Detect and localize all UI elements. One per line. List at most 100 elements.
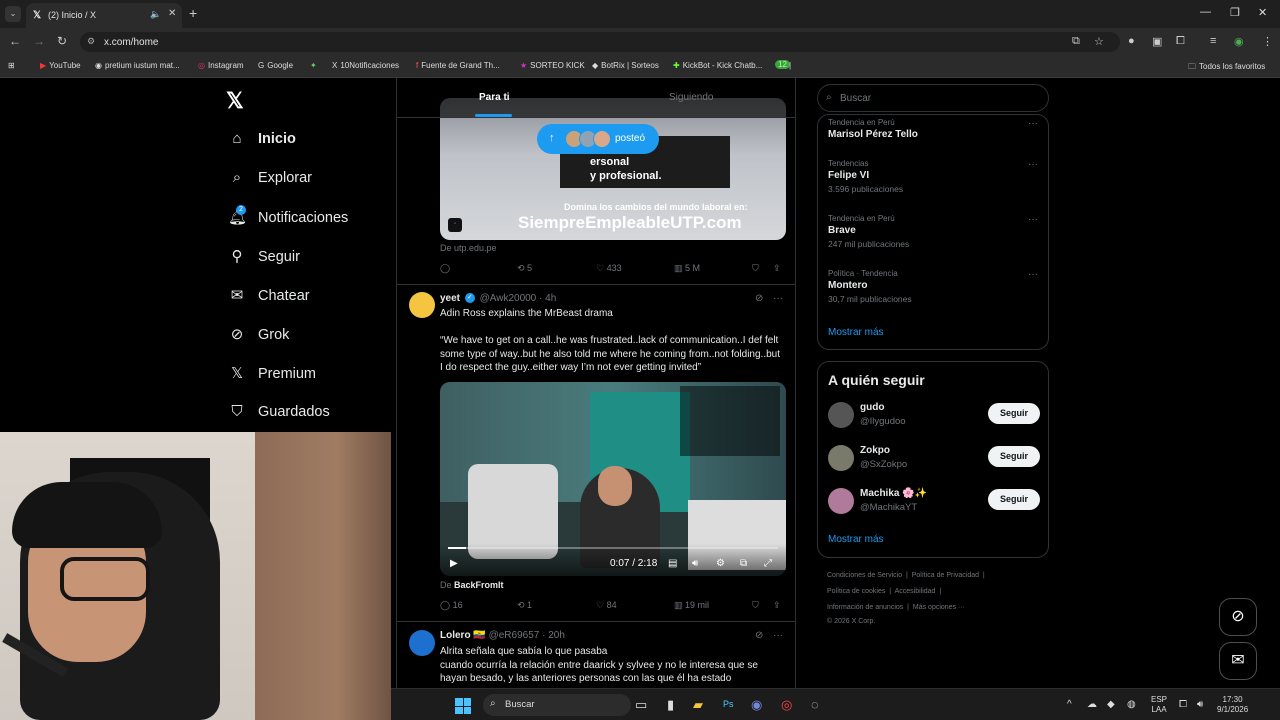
avatar[interactable] [409, 292, 435, 318]
forward-button[interactable]: → [33, 34, 45, 48]
nav-guardados[interactable]: ⛉ Guardados [228, 403, 329, 420]
grok-icon[interactable]: ⊘ [755, 630, 763, 641]
extension-icon[interactable]: ▣ [1152, 35, 1162, 48]
app-icon[interactable]: ▮ [667, 697, 674, 713]
install-app-icon[interactable]: ⧉ [1072, 35, 1080, 48]
bookmark-youtube[interactable]: ▶ YouTube [40, 61, 81, 70]
media-sound-icon[interactable]: · [448, 218, 462, 232]
maximize-button[interactable]: ❐ [1230, 6, 1240, 19]
nav-premium[interactable]: 𝕏 Premium [228, 364, 316, 382]
author-name[interactable]: yeet [440, 293, 460, 304]
tray-icon[interactable]: ☁ [1087, 699, 1097, 710]
volume-icon[interactable]: 🔊︎ [1197, 699, 1203, 710]
video-player[interactable]: ▶ 0:07 / 2:18 ▤ 🔊︎ ⚙ ⧉ ⤢ [440, 382, 786, 576]
bookmark-instagram[interactable]: ◎ Instagram [198, 61, 244, 70]
trend-item[interactable]: Tendencia en Perú Marisol Pérez Tello ··… [828, 118, 1038, 140]
more-options-icon[interactable]: ··· [773, 630, 783, 641]
views-icon[interactable]: ▥ 19 mil [674, 600, 709, 611]
close-window-button[interactable]: ✕ [1258, 6, 1267, 19]
browser-menu-icon[interactable]: ⋮ [1262, 35, 1273, 48]
like-icon[interactable]: ♡ 433 [596, 263, 622, 274]
grok-icon[interactable]: ⊘ [755, 293, 763, 304]
extensions-puzzle-icon[interactable]: ⧠ [1176, 35, 1185, 48]
trend-item[interactable]: Tendencias Felipe VI 3.596 publicaciones… [828, 159, 1038, 194]
repost-icon[interactable]: ⟲ 5 [517, 263, 532, 274]
minimize-button[interactable]: — [1200, 6, 1211, 18]
trend-item[interactable]: Tendencia en Perú Brave 247 mil publicac… [828, 214, 1038, 249]
app-icon[interactable]: ◌ [811, 697, 819, 712]
new-posts-pill[interactable]: ↑ posteó [537, 124, 659, 154]
bookmark-google[interactable]: G Google [258, 61, 293, 70]
follow-button[interactable]: Seguir [988, 403, 1040, 424]
bookmark-sorteo-kick[interactable]: ★ SORTEO KICK [520, 61, 585, 70]
more-options-icon[interactable]: ··· [773, 293, 783, 304]
site-info-icon[interactable]: ⚙ [87, 36, 95, 47]
close-tab-icon[interactable]: ✕ [168, 8, 176, 19]
settings-gear-icon[interactable]: ⚙ [716, 558, 725, 569]
show-more-follow-link[interactable]: Mostrar más [828, 534, 884, 545]
author-name[interactable]: Lolero 🇪🇨 [440, 630, 486, 641]
bookmark-kickbot[interactable]: ✚ KickBot - Kick Chatb... [673, 61, 762, 70]
clock[interactable]: 17:30 9/1/2026 [1217, 695, 1248, 715]
profile-avatar-icon[interactable]: ◉ [1234, 35, 1244, 48]
back-button[interactable]: ← [9, 34, 21, 48]
post-time[interactable]: · 4h [539, 293, 556, 304]
bookmark-icon[interactable]: ⛉ [752, 600, 759, 611]
captions-icon[interactable]: ▤ [668, 558, 677, 569]
grok-fab-icon[interactable]: ⊘ [1219, 598, 1257, 636]
video-progress-bar[interactable] [448, 547, 778, 549]
bookmark-star-icon[interactable]: ☆ [1094, 35, 1104, 48]
more-options-icon[interactable]: ··· [1028, 214, 1038, 225]
footer-link[interactable]: Política de Privacidad [912, 572, 979, 579]
bookmark-icon[interactable]: ⛉ [752, 263, 759, 274]
footer-link[interactable]: Política de cookies [827, 588, 885, 595]
nav-inicio[interactable]: ⌂ Inicio [228, 130, 295, 147]
discord-icon[interactable]: ◉ [751, 697, 762, 713]
volume-icon[interactable]: 🔊︎ [692, 558, 698, 569]
follow-suggestion[interactable]: Zokpo @SxZokpo Seguir [828, 443, 1040, 473]
author-handle[interactable]: @Awk20000 [480, 293, 537, 304]
bookmark-pretium[interactable]: ◉ pretium iustum mat... [95, 61, 180, 70]
bookmark-botrix[interactable]: ◆ BotRix | Sorteos [592, 61, 659, 70]
post-source[interactable]: De BackFromIt [440, 580, 504, 590]
browser-tab[interactable]: 𝕏 (2) Inicio / X 🔈 ✕ [26, 3, 182, 28]
play-icon[interactable]: ▶ [450, 558, 458, 569]
trend-item[interactable]: Política · Tendencia Montero 30,7 mil pu… [828, 269, 1038, 304]
follow-button[interactable]: Seguir [988, 446, 1040, 467]
fullscreen-icon[interactable]: ⤢ [764, 558, 772, 569]
nav-grok[interactable]: ⊘ Grok [228, 325, 290, 343]
all-bookmarks[interactable]: 🗀 Todos los favoritos [1188, 61, 1265, 75]
avatar[interactable] [409, 630, 435, 656]
file-explorer-icon[interactable]: ▰ [693, 697, 703, 713]
nav-notificaciones[interactable]: 🔔︎ Notificaciones [228, 208, 348, 226]
avatar[interactable] [828, 445, 854, 471]
more-options-icon[interactable]: ··· [1028, 159, 1038, 170]
share-icon[interactable]: ⇪ [773, 600, 781, 611]
messages-fab-icon[interactable]: ✉ [1219, 642, 1257, 680]
tray-icon[interactable]: ◆ [1107, 699, 1115, 710]
footer-link[interactable]: Información de anuncios [827, 604, 903, 611]
photoshop-icon[interactable]: Ps [723, 699, 734, 709]
chrome-icon[interactable]: ◎ [781, 697, 792, 713]
post-time[interactable]: · 20h [542, 630, 565, 641]
follow-button[interactable]: Seguir [988, 489, 1040, 510]
post-media-image[interactable]: r a crear ersonal y profesional. Domina … [440, 98, 786, 240]
new-tab-button[interactable]: + [189, 5, 197, 21]
reply-icon[interactable]: ◯ [440, 263, 450, 274]
nav-seguir[interactable]: ⚲ Seguir [228, 247, 300, 265]
popout-icon[interactable]: ⧉ [740, 558, 747, 569]
bookmark-unnamed[interactable]: ✦ [310, 61, 320, 70]
tray-icon[interactable]: ◍ [1127, 699, 1136, 710]
reply-icon[interactable]: ◯ 16 [440, 600, 463, 611]
language-indicator[interactable]: ESP LAA [1151, 695, 1167, 715]
bookmark-grand-theft[interactable]: f Fuente de Grand Th... [416, 61, 500, 70]
search-input[interactable]: ⌕ Buscar [817, 84, 1049, 112]
follow-suggestion[interactable]: gudo @Ilygudoo Seguir [828, 400, 1040, 430]
tab-siguiendo[interactable]: Siguiendo [669, 92, 713, 103]
task-view-icon[interactable]: ▭ [635, 697, 647, 713]
nav-explorar[interactable]: ⌕ Explorar [228, 169, 312, 186]
tab-para-ti[interactable]: Para ti [479, 92, 510, 103]
reading-list-icon[interactable]: ≡ [1210, 35, 1216, 47]
address-bar[interactable]: ⚙ x.com/home [80, 32, 1120, 52]
windows-start-icon[interactable] [455, 698, 471, 714]
